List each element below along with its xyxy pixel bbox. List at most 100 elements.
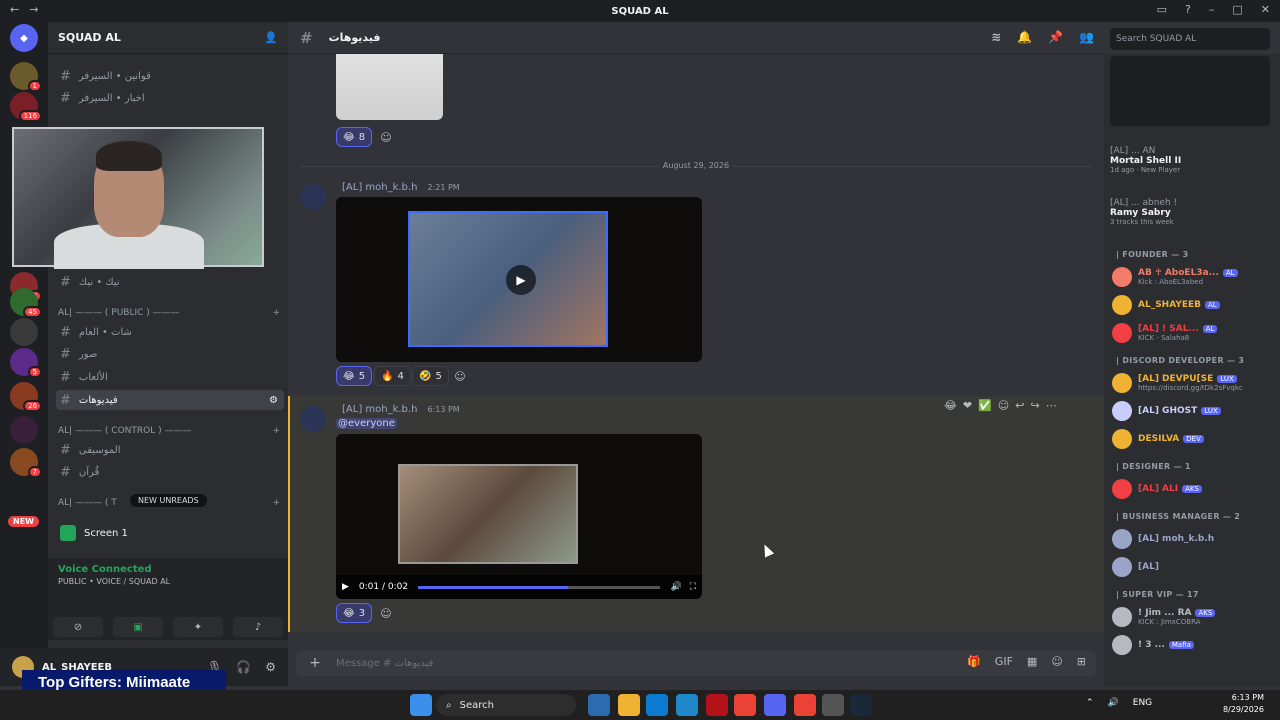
server-icon[interactable]: 26 bbox=[10, 382, 42, 412]
forward-icon[interactable]: ↪ bbox=[1030, 399, 1039, 412]
windows-start-icon[interactable] bbox=[410, 694, 432, 716]
fullscreen-icon[interactable]: ⛶ bbox=[690, 582, 696, 592]
server-icon[interactable]: 7 bbox=[10, 448, 42, 478]
pin-icon[interactable]: 📌 bbox=[1048, 30, 1063, 44]
inbox-icon[interactable]: ▭ bbox=[1157, 3, 1167, 16]
language-indicator[interactable]: ENG bbox=[1133, 698, 1152, 708]
member-item[interactable]: DESILVA DEV bbox=[1112, 426, 1276, 452]
chrome-icon[interactable] bbox=[734, 694, 756, 716]
attach-plus-icon[interactable]: + bbox=[306, 654, 324, 672]
plus-icon[interactable]: + bbox=[272, 498, 280, 508]
soundboard-button[interactable]: ♪ bbox=[233, 617, 283, 637]
video-embed[interactable]: ▶ bbox=[336, 197, 702, 362]
task-view-icon[interactable] bbox=[588, 694, 610, 716]
add-reaction-icon[interactable]: ☺ bbox=[376, 603, 396, 623]
avatar[interactable] bbox=[300, 406, 326, 432]
new-pill[interactable]: NEW bbox=[8, 516, 39, 527]
server-header[interactable]: SQUAD AL 👤 bbox=[48, 22, 288, 54]
volume-icon[interactable]: 🔊 bbox=[1108, 698, 1119, 708]
discord-icon[interactable] bbox=[764, 694, 786, 716]
activity-card[interactable]: [AL] ... abneh ! Ramy Sabry 3 tracks thi… bbox=[1110, 198, 1270, 226]
app-icon[interactable] bbox=[822, 694, 844, 716]
plus-icon[interactable]: + bbox=[272, 308, 280, 318]
member-item[interactable]: [AL] bbox=[1112, 554, 1276, 580]
minimize-icon[interactable]: – bbox=[1209, 3, 1215, 16]
mention-everyone[interactable]: @everyone bbox=[336, 418, 397, 429]
add-member-icon[interactable]: 👤 bbox=[264, 31, 278, 44]
nav-arrows[interactable]: ← → bbox=[10, 3, 38, 16]
screen-share-row[interactable]: Screen 1 bbox=[48, 522, 288, 544]
heart-emoji-icon[interactable]: ❤ bbox=[963, 399, 972, 412]
voice-status[interactable]: Voice Connected bbox=[58, 564, 278, 575]
channel-item[interactable]: # اخبار • السيرفر bbox=[56, 88, 284, 108]
sticker-icon[interactable]: ▦ bbox=[1027, 655, 1037, 668]
headphones-icon[interactable]: 🎧 bbox=[236, 660, 251, 674]
server-icon[interactable] bbox=[10, 416, 38, 444]
avatar[interactable] bbox=[300, 184, 326, 210]
chrome-icon[interactable] bbox=[794, 694, 816, 716]
forward-arrow-icon[interactable]: → bbox=[29, 3, 38, 16]
add-reaction-icon[interactable]: ☺ bbox=[998, 399, 1009, 412]
stream-preview[interactable] bbox=[1110, 56, 1270, 126]
search-input[interactable]: Search SQUAD AL bbox=[1110, 28, 1270, 50]
gift-icon[interactable]: 🎁 bbox=[967, 655, 981, 668]
member-item[interactable]: [AL] moh_k.b.h bbox=[1112, 526, 1276, 552]
member-item[interactable]: [AL] GHOST LUX bbox=[1112, 398, 1276, 424]
play-icon[interactable]: ▶ bbox=[506, 265, 536, 295]
reaction[interactable]: 🔥 4 bbox=[374, 366, 411, 386]
back-arrow-icon[interactable]: ← bbox=[10, 3, 19, 16]
video-thumbnail-partial[interactable] bbox=[336, 54, 443, 120]
file-explorer-icon[interactable] bbox=[618, 694, 640, 716]
maximize-icon[interactable]: □ bbox=[1232, 3, 1242, 16]
channel-item-active[interactable]: # فيديوهات ⚙ bbox=[56, 390, 284, 410]
gif-icon[interactable]: GIF bbox=[995, 655, 1013, 668]
add-reaction-icon[interactable]: ☺ bbox=[450, 366, 470, 386]
reaction[interactable]: 😂 3 bbox=[336, 603, 373, 623]
chevron-up-icon[interactable]: ⌃ bbox=[1086, 698, 1094, 708]
steam-icon[interactable] bbox=[850, 694, 872, 716]
reaction[interactable]: 🤣 5 bbox=[412, 366, 449, 386]
edge-icon[interactable] bbox=[676, 694, 698, 716]
category-public[interactable]: AL| ——— ( PUBLIC ) ——— + bbox=[58, 308, 280, 318]
channel-item[interactable]: # قُرآن bbox=[56, 462, 284, 482]
members-icon[interactable]: 👥 bbox=[1079, 30, 1094, 44]
plus-icon[interactable]: + bbox=[272, 426, 280, 436]
channel-item[interactable]: # الألعاب bbox=[56, 367, 284, 387]
store-icon[interactable] bbox=[646, 694, 668, 716]
camera-off-button[interactable]: ⊘ bbox=[53, 617, 103, 637]
message-composer[interactable]: + Message # فيديوهات 🎁 GIF ▦ ☺ ⊞ bbox=[296, 650, 1096, 676]
new-unreads-pill[interactable]: NEW UNREADS bbox=[130, 494, 207, 507]
play-icon[interactable]: ▶ bbox=[342, 582, 349, 592]
apps-icon[interactable]: ⊞ bbox=[1077, 655, 1086, 668]
activities-button[interactable]: ✦ bbox=[173, 617, 223, 637]
server-icon[interactable]: 45 bbox=[10, 288, 42, 318]
emoji-icon[interactable]: ☺ bbox=[1051, 655, 1062, 668]
screen-share-button[interactable]: ▣ bbox=[113, 617, 163, 637]
member-item[interactable]: ! 3 ... Mafia bbox=[1112, 632, 1276, 658]
activity-card[interactable]: [AL] ... AN Mortal Shell II 1d ago · New… bbox=[1110, 146, 1270, 174]
server-icon[interactable]: 1 bbox=[10, 62, 42, 92]
reaction[interactable]: 😂 5 bbox=[336, 366, 373, 386]
channel-item[interactable]: # نيك • نيك bbox=[56, 272, 284, 292]
settings-gear-icon[interactable]: ⚙ bbox=[269, 395, 278, 406]
channel-item[interactable]: # الموسيقى bbox=[56, 440, 284, 460]
category-control[interactable]: AL| ——— ( CONTROL ) ——— + bbox=[58, 426, 280, 436]
reply-icon[interactable]: ↩ bbox=[1015, 399, 1024, 412]
member-item[interactable]: ! Jim ... RA AKS KICK : JimxCOBRA bbox=[1112, 604, 1276, 630]
server-icon[interactable]: 5 bbox=[10, 348, 42, 378]
author-name[interactable]: [AL] moh_k.b.h bbox=[342, 182, 417, 193]
add-reaction-icon[interactable]: ☺ bbox=[376, 127, 396, 147]
more-icon[interactable]: ⋯ bbox=[1046, 399, 1057, 412]
reaction[interactable]: 😂 8 bbox=[336, 127, 373, 147]
member-item[interactable]: AB ♰ AboEL3a... AL Kick : AboEL3abed bbox=[1112, 264, 1276, 290]
volume-icon[interactable]: 🔊 bbox=[670, 582, 681, 592]
discord-home-icon[interactable]: ◆ bbox=[10, 24, 38, 52]
settings-gear-icon[interactable]: ⚙ bbox=[265, 660, 276, 674]
check-emoji-icon[interactable]: ✅ bbox=[978, 399, 992, 412]
channel-item[interactable]: # شات • العام bbox=[56, 322, 284, 342]
bell-icon[interactable]: 🔔 bbox=[1017, 30, 1032, 44]
member-item[interactable]: [AL] ! SAL... AL KICK - Salaha8 bbox=[1112, 320, 1276, 346]
server-icon[interactable]: 116 bbox=[10, 92, 42, 122]
threads-icon[interactable]: ≋ bbox=[991, 30, 1001, 44]
member-item[interactable]: [AL] ALI AKS bbox=[1112, 476, 1276, 502]
